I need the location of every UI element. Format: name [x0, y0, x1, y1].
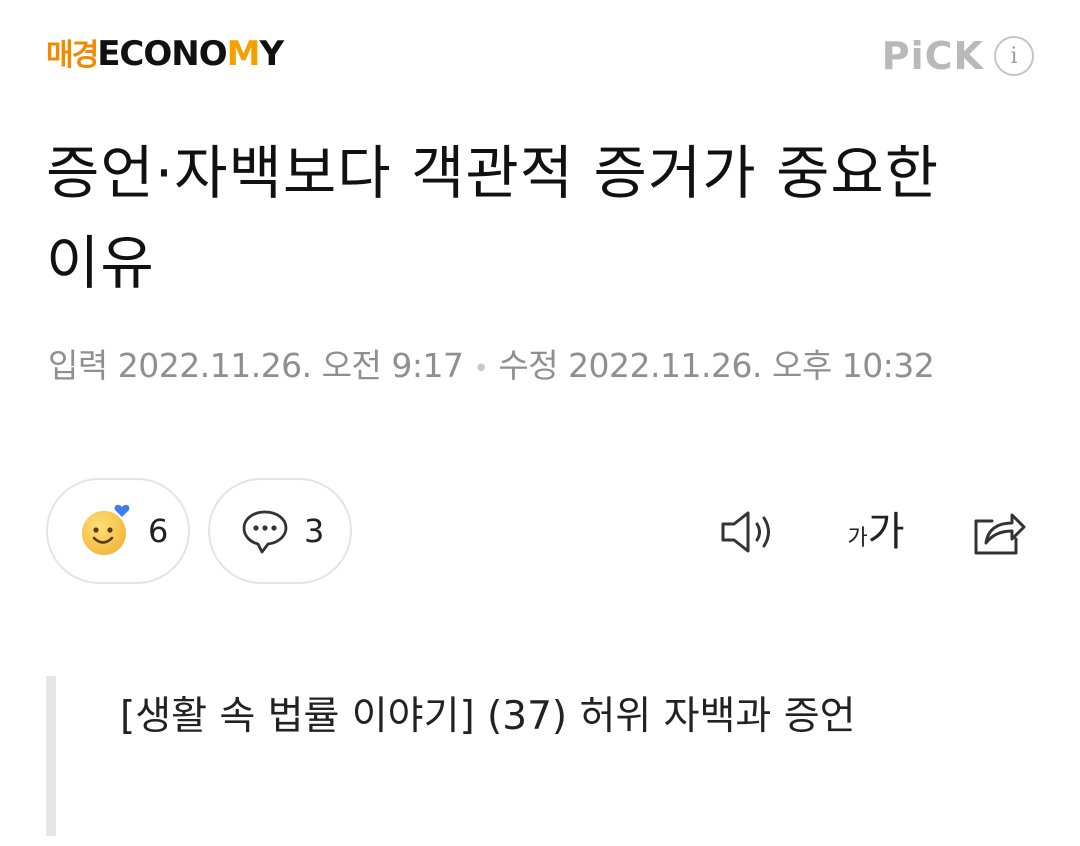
modified-label: 수정	[498, 346, 559, 385]
article-subtitle: [생활 속 법률 이야기] (37) 허위 자백과 증언	[120, 694, 856, 739]
press-logo-econo: ECONO	[97, 34, 227, 74]
comment-button[interactable]: 3	[208, 478, 352, 584]
press-logo-m: M	[226, 34, 261, 74]
input-label: 입력	[48, 346, 108, 385]
article-subtitle-quote: [생활 속 법률 이야기] (37) 허위 자백과 증언	[46, 676, 966, 836]
speaker-icon	[721, 511, 770, 553]
share-icon	[974, 513, 1026, 555]
modified-datetime: 2022.11.26. 오후 10:32	[568, 346, 935, 385]
listen-button[interactable]	[714, 500, 784, 564]
article-dates: 입력 2022.11.26. 오전 9:17 • 수정 2022.11.26. 오후…	[48, 344, 935, 391]
input-datetime: 2022.11.26. 오전 9:17	[117, 346, 464, 385]
smiley-icon	[82, 504, 130, 555]
press-logo[interactable]: 매경ECONOMY	[46, 34, 285, 76]
font-size-button[interactable]: 가 가	[836, 500, 916, 564]
font-size-large-glyph: 가	[867, 509, 905, 555]
press-logo-korean: 매경	[46, 38, 99, 73]
header: 매경ECONOMY PiCK i	[46, 28, 1034, 84]
comment-count: 3	[304, 512, 325, 550]
date-separator: •	[473, 354, 489, 384]
press-logo-y: Y	[259, 34, 285, 74]
pick-badge: PiCK i	[882, 32, 1034, 80]
pick-label: PiCK	[881, 34, 984, 78]
article-title: 증언·자백보다 객관적 증거가 중요한 이유	[46, 139, 940, 297]
info-icon[interactable]: i	[994, 36, 1034, 76]
reaction-button[interactable]: 6	[46, 478, 190, 584]
share-button[interactable]	[966, 500, 1032, 564]
reaction-count: 6	[148, 512, 169, 550]
comment-bubble-icon	[242, 510, 288, 554]
article-page: 매경ECONOMY PiCK i 증언·자백보다 객관적 증거가 중요한 이유 …	[0, 0, 1080, 846]
font-size-small-glyph: 가	[847, 526, 868, 551]
